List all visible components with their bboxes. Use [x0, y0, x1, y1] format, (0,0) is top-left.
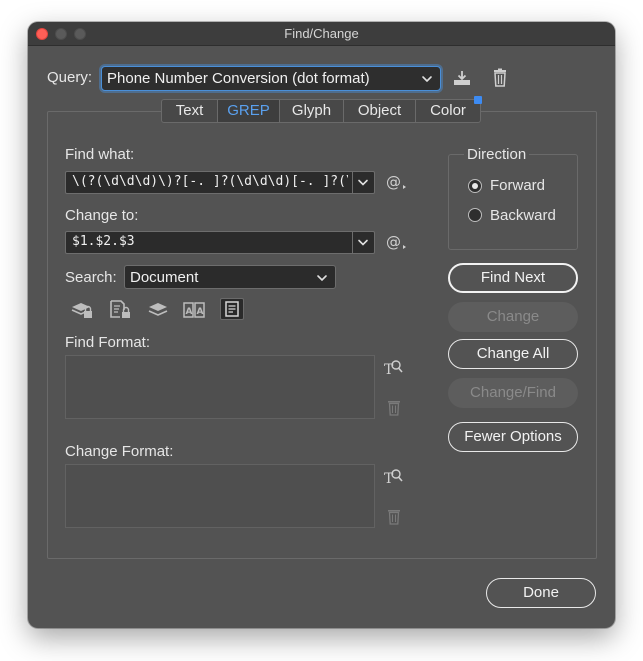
tab-grep[interactable]: GREP — [218, 100, 280, 122]
find-next-button[interactable]: Find Next — [448, 263, 578, 293]
change-button[interactable]: Change — [448, 302, 578, 332]
specify-format-icon[interactable]: T — [383, 358, 403, 378]
query-selected-value: Phone Number Conversion (dot format) — [107, 70, 370, 87]
query-label: Query: — [47, 69, 93, 86]
change-all-button[interactable]: Change All — [448, 339, 578, 369]
hidden-layers-icon[interactable] — [146, 298, 170, 320]
find-format-box[interactable] — [65, 355, 375, 419]
done-button[interactable]: Done — [486, 578, 596, 608]
find-what-field[interactable]: \(?(\d\d\d)\)?[-. ]?(\d\d\d)[-. ]?(\d\d\… — [65, 171, 375, 194]
clear-format-trash-icon — [388, 401, 400, 416]
svg-text:@: @ — [386, 233, 401, 251]
find-what-label: Find what: — [65, 146, 135, 163]
tab-color-label: Color — [430, 102, 466, 119]
trash-icon[interactable] — [491, 68, 509, 88]
svg-text:@: @ — [386, 173, 401, 191]
direction-group — [448, 154, 578, 250]
backward-radio[interactable] — [468, 208, 482, 222]
special-characters-icon[interactable]: @ — [385, 173, 407, 191]
search-label: Search: — [65, 269, 117, 286]
special-characters-icon[interactable]: @ — [385, 233, 407, 251]
specify-format-icon[interactable]: T — [383, 467, 403, 487]
change-to-label: Change to: — [65, 207, 139, 224]
tab-glyph[interactable]: Glyph — [280, 100, 344, 122]
change-format-box[interactable] — [65, 464, 375, 528]
query-dropdown[interactable]: Phone Number Conversion (dot format) — [101, 66, 441, 91]
chevron-down-icon — [358, 179, 368, 186]
svg-text:A: A — [186, 307, 193, 317]
locked-stories-icon[interactable] — [108, 298, 132, 320]
search-dropdown[interactable]: Document — [124, 265, 336, 289]
tab-bar: Text GREP Glyph Object Color — [161, 96, 482, 123]
backward-label[interactable]: Backward — [490, 207, 556, 224]
tab-object[interactable]: Object — [344, 100, 416, 122]
master-pages-icon[interactable]: A A — [182, 298, 206, 320]
change-to-value: $1.$2.$3 — [72, 234, 135, 249]
footnotes-icon[interactable] — [220, 298, 244, 320]
fewer-options-button[interactable]: Fewer Options — [448, 422, 578, 452]
find-what-dropdown[interactable] — [352, 172, 374, 193]
forward-label[interactable]: Forward — [490, 177, 545, 194]
title-bar[interactable]: Find/Change — [28, 22, 615, 46]
chevron-down-icon — [422, 76, 432, 82]
tab-color-indicator — [474, 96, 482, 104]
change-format-label: Change Format: — [65, 443, 174, 460]
chevron-down-icon — [317, 275, 327, 282]
forward-radio[interactable] — [468, 179, 482, 193]
chevron-down-icon — [358, 239, 368, 246]
change-to-field[interactable]: $1.$2.$3 — [65, 231, 375, 254]
change-to-dropdown[interactable] — [352, 232, 374, 253]
clear-format-trash-icon — [388, 510, 400, 525]
save-query-icon[interactable] — [452, 68, 472, 88]
locked-layers-icon[interactable] — [70, 298, 94, 320]
direction-label: Direction — [464, 146, 530, 163]
find-what-value: \(?(\d\d\d)\)?[-. ]?(\d\d\d)[-. ]?(\d\d\… — [72, 174, 348, 189]
change-find-button[interactable]: Change/Find — [448, 378, 578, 408]
tab-text[interactable]: Text — [162, 100, 218, 122]
svg-text:A: A — [197, 307, 204, 317]
find-format-label: Find Format: — [65, 334, 151, 351]
find-change-dialog: Find/Change Query: Phone Number Conversi… — [28, 22, 615, 628]
window-title: Find/Change — [284, 26, 359, 41]
tab-color[interactable]: Color — [416, 96, 482, 122]
search-selected-value: Document — [130, 269, 199, 286]
